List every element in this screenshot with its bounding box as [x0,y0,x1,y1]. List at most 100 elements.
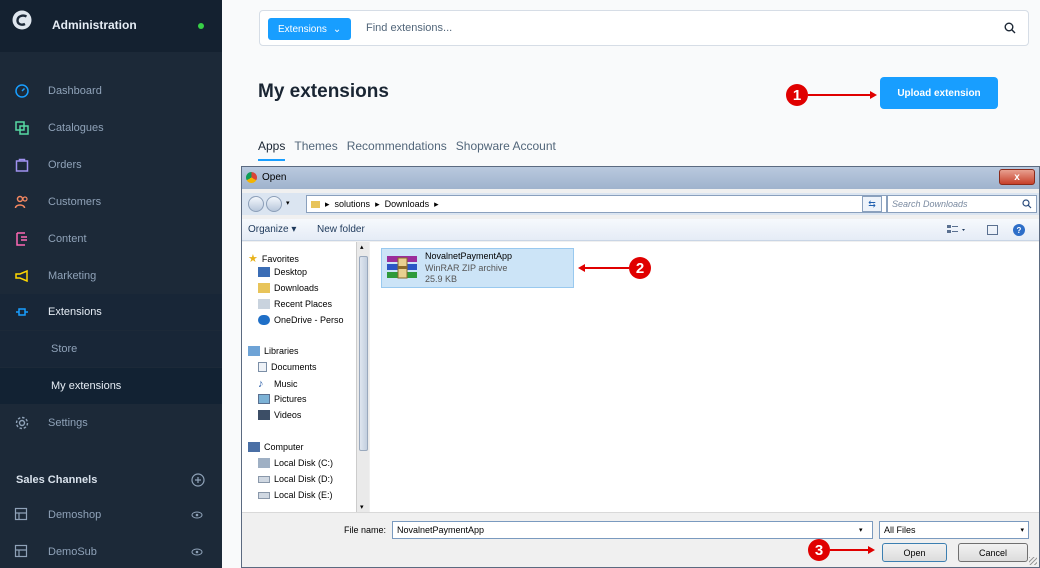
sidebar-item-store[interactable]: Store [0,331,222,367]
back-button[interactable] [248,196,264,212]
close-button[interactable]: x [999,169,1035,185]
callout-1: 1 [786,84,808,106]
nav-desktop[interactable]: Desktop [258,267,307,277]
sidebar-item-label: Extensions [48,306,102,318]
sidebar-item-label: Settings [48,417,88,429]
tab-recommendations[interactable]: Recommendations [347,139,447,161]
sidebar-title: Administration [52,18,137,32]
sidebar-item-label: Customers [48,196,102,208]
nav-label: Downloads [274,283,319,293]
forward-button[interactable] [266,196,282,212]
pictures-icon [258,394,270,404]
tab-apps[interactable]: Apps [258,139,286,161]
nav-downloads[interactable]: Downloads [258,283,319,293]
refresh-button[interactable]: ⇆ [862,196,882,212]
winrar-archive-icon [387,256,417,279]
history-dropdown-icon[interactable]: ▾ [286,199,290,207]
search-input[interactable]: Find extensions... [366,22,452,34]
dialog-bottom-bar: File name: NovalnetPaymentApp ▾ All File… [242,512,1039,567]
nav-computer[interactable]: Computer [248,442,304,452]
chrome-icon [246,172,257,183]
help-icon[interactable]: ? [1013,224,1025,236]
tab-shopware-account[interactable]: Shopware Account [456,139,556,161]
file-name-label: NovalnetPaymentApp [425,251,513,261]
sidebar-item-catalogues[interactable]: Catalogues [0,110,222,146]
sidebar-item-label: Store [51,343,78,355]
computer-icon [248,442,260,452]
cancel-button[interactable]: Cancel [958,543,1028,562]
navigation-pane: ★ Favorites Desktop Downloads Recent Pla… [242,242,356,512]
breadcrumb-solutions[interactable]: solutions [335,199,371,209]
libraries-icon [248,346,260,356]
open-file-dialog: Open x ▾ ▸ solutions ▸ Downloads ▸ ▾ ⇆ S… [241,166,1040,568]
sidebar-item-my-extensions[interactable]: My extensions [0,368,222,404]
callout-arrow [584,267,629,269]
resize-grip-icon[interactable] [1029,557,1037,565]
sales-channel-item[interactable]: DemoSub [0,537,222,567]
nav-videos[interactable]: Videos [258,410,301,420]
callout-arrow-head [578,264,585,272]
nav-drive-d[interactable]: Local Disk (D:) [258,474,333,484]
nav-label: Libraries [264,346,299,356]
page-title: My extensions [258,81,389,102]
sales-channel-item[interactable]: Demoshop [0,500,222,530]
chevron-down-icon: ⌄ [332,23,342,35]
nav-drive-e[interactable]: Local Disk (E:) [258,490,333,500]
drive-icon [258,491,270,499]
nav-label: Videos [274,410,302,420]
view-options-icon[interactable] [946,224,968,236]
storefront-icon [14,544,28,558]
file-type-select[interactable]: All Files ▾ [879,521,1029,539]
scroll-up-icon[interactable]: ▴ [360,243,364,251]
nav-favorites[interactable]: ★ Favorites [248,252,299,265]
new-folder-button[interactable]: New folder [317,224,365,235]
storefront-icon [14,507,28,521]
eye-icon[interactable] [191,510,203,520]
sidebar-item-label: Catalogues [48,122,104,134]
search-filter-dropdown[interactable]: Extensions ⌄ [268,18,352,40]
file-name-input[interactable]: NovalnetPaymentApp ▾ [392,521,873,539]
downloads-folder-icon [258,283,270,293]
upload-extension-button[interactable]: Upload extension [880,77,998,109]
shopware-logo-icon[interactable] [12,10,32,30]
scrollbar-thumb[interactable] [359,256,368,451]
star-icon: ★ [248,253,258,265]
breadcrumb-downloads[interactable]: Downloads [385,199,430,209]
chevron-down-icon[interactable]: ▾ [859,526,863,534]
dialog-titlebar[interactable]: Open x [242,167,1039,189]
add-sales-channel-icon[interactable] [191,473,205,487]
nav-documents[interactable]: Documents [258,362,317,372]
sidebar-item-orders[interactable]: Orders [0,147,222,183]
nav-label: Local Disk (D:) [274,474,334,484]
open-button[interactable]: Open [882,543,947,562]
nav-music[interactable]: ♪ Music [258,378,298,390]
nav-libraries[interactable]: Libraries [248,346,299,356]
sidebar-item-extensions[interactable]: Extensions [0,294,222,330]
sidebar-item-content[interactable]: Content [0,221,222,257]
search-icon[interactable] [1004,22,1016,34]
file-item-selected[interactable]: NovalnetPaymentApp WinRAR ZIP archive 25… [381,248,574,288]
tab-themes[interactable]: Themes [294,139,337,161]
sidebar-item-marketing[interactable]: Marketing [0,258,222,294]
navigation-scrollbar[interactable]: ▴ ▾ [356,242,369,512]
sidebar-item-settings[interactable]: Settings [0,405,222,441]
nav-drive-c[interactable]: Local Disk (C:) [258,458,333,468]
nav-label: Music [274,379,298,389]
chevron-right-icon: ▸ [375,198,380,209]
nav-recent-places[interactable]: Recent Places [258,299,332,309]
chevron-down-icon: ▾ [1020,527,1024,534]
nav-label: Recent Places [274,299,333,309]
address-bar[interactable]: ▸ solutions ▸ Downloads ▸ ▾ [306,195,918,213]
nav-pictures[interactable]: Pictures [258,394,307,404]
bag-icon [15,158,29,172]
chevron-right-icon: ▸ [434,198,439,209]
nav-onedrive[interactable]: OneDrive - Perso [258,315,344,325]
eye-icon[interactable] [191,547,203,557]
search-downloads-input[interactable]: Search Downloads [887,195,1037,213]
sidebar-item-customers[interactable]: Customers [0,184,222,220]
organize-menu[interactable]: Organize ▾ [248,224,296,235]
preview-pane-icon[interactable] [987,225,998,235]
scroll-down-icon[interactable]: ▾ [360,503,364,511]
sidebar-item-label: Content [48,233,87,245]
sidebar-item-dashboard[interactable]: Dashboard [0,73,222,109]
